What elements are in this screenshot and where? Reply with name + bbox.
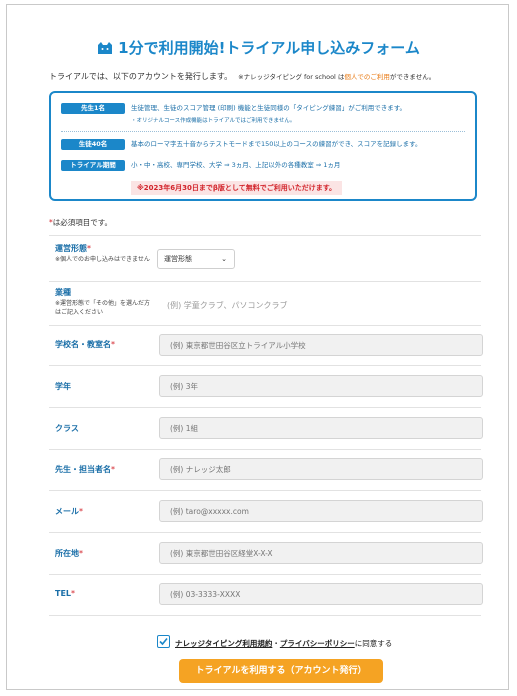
label-tel: TEL* [55, 589, 76, 598]
form-divider [49, 325, 481, 326]
label-school: 学校名・教室名* [55, 340, 115, 349]
hint-type: ※個人でのお申し込みはできません [55, 256, 150, 263]
school-name-input[interactable] [159, 334, 483, 356]
required-note: *は必須項目です。 [49, 218, 112, 227]
info-row-teacher: 先生1名 生徒管理、生徒のスコア管理 (印刷) 機能と生徒同様の「タイピング練習」… [61, 102, 465, 124]
tel-input[interactable] [159, 583, 483, 605]
label-address: 所在地* [55, 549, 83, 558]
form-divider [49, 574, 481, 575]
privacy-policy-link[interactable]: プライバシーポリシー [280, 639, 355, 648]
form-page: 1分で利用開始!トライアル申し込みフォーム トライアルでは、以下のアカウントを発… [6, 4, 509, 690]
label-type: 運営形態* [55, 244, 91, 253]
chevron-down-icon: ⌄ [221, 255, 227, 263]
hint-industry: ※運営形態で「その他」を選んだ方はご記入ください [55, 300, 151, 316]
info-row-students: 生徒40名 基本のローマ字五十音からテストモードまで150以上のコースの練習ができ… [61, 138, 465, 150]
form-divider [49, 365, 481, 366]
free-beta-notice: ※2023年6月30日までβ版として無料でご利用いただけます。 [131, 181, 342, 195]
type-select[interactable]: 運営形態 ⌄ [157, 249, 235, 269]
form-divider [49, 235, 481, 236]
address-input[interactable] [159, 542, 483, 564]
label-industry: 業種 [55, 288, 71, 297]
form-divider [49, 532, 481, 533]
label-teacher: 先生・担当者名* [55, 465, 115, 474]
label-class: クラス [55, 424, 79, 433]
info-row-teacher-sub: ・オリジナルコース作成機能はトライアルではご利用できません。 [131, 117, 296, 124]
form-divider [49, 449, 481, 450]
title-text: 1分で利用開始!トライアル申し込みフォーム [118, 39, 420, 57]
class-input[interactable] [159, 417, 483, 439]
grade-input[interactable] [159, 375, 483, 397]
intro-text: トライアルでは、以下のアカウントを発行します。 ※ナレッジタイピング for sc… [49, 72, 436, 81]
form-divider [49, 490, 481, 491]
intro-note: ※ナレッジタイピング for school は個人でのご利用ができません。 [238, 73, 436, 81]
agreement-row: ナレッジタイピング利用規約・プライバシーポリシーに同意する [157, 635, 392, 649]
page-title: 1分で利用開始!トライアル申し込みフォーム [7, 37, 510, 59]
cat-logo-icon [97, 41, 113, 59]
intro-note-highlight: 個人でのご利用 [344, 73, 390, 81]
badge-students: 生徒40名 [61, 138, 125, 150]
form-divider [49, 615, 481, 616]
agreement-checkbox[interactable] [157, 635, 170, 648]
teacher-name-input[interactable] [159, 458, 483, 480]
terms-link[interactable]: ナレッジタイピング利用規約 [175, 639, 272, 648]
check-icon [159, 637, 168, 646]
badge-trial-period: トライアル期間 [61, 159, 125, 171]
form-divider [49, 281, 481, 282]
form-divider [49, 407, 481, 408]
email-input[interactable] [159, 500, 483, 522]
label-email: メール* [55, 507, 83, 516]
account-info-box: 先生1名 生徒管理、生徒のスコア管理 (印刷) 機能と生徒同様の「タイピング練習」… [49, 91, 477, 201]
submit-trial-button[interactable]: トライアルを利用する（アカウント発行） [179, 659, 383, 683]
info-row-trial-period: トライアル期間 小・中・高校、専門学校、大学 ⇒ 3ヵ月、上記以外の各種教室 ⇒ … [61, 159, 465, 171]
badge-teacher: 先生1名 [61, 102, 125, 114]
industry-input[interactable]: (例) 学童クラブ、パソコンクラブ [167, 300, 288, 311]
label-grade: 学年 [55, 382, 71, 391]
info-divider [61, 131, 465, 132]
